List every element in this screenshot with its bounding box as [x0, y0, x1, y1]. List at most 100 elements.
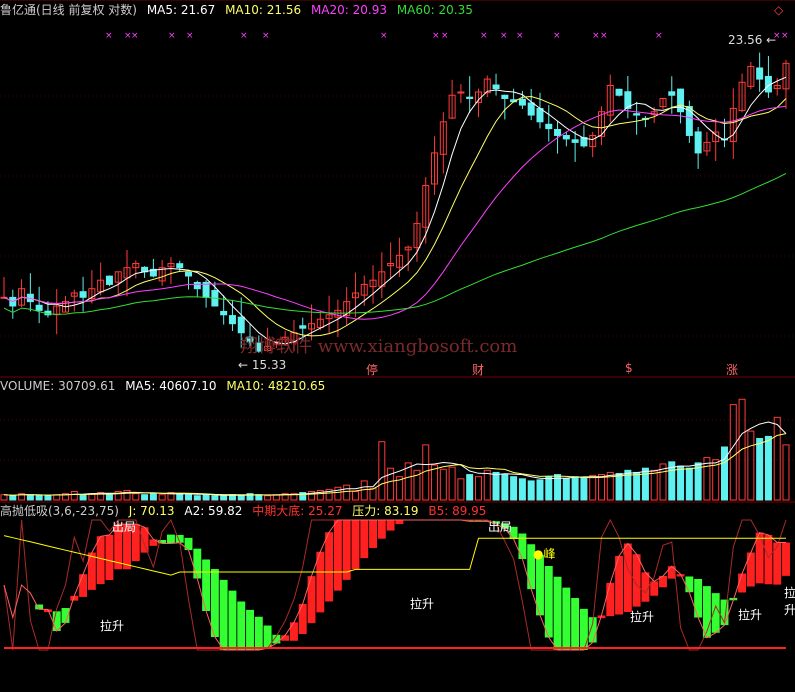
- rise-label-3: 拉升: [630, 610, 655, 624]
- volume-bar: [448, 466, 456, 501]
- candle-body: [176, 263, 184, 269]
- signal-marker: ×: [553, 31, 561, 41]
- low-mark: ← 15.33: [238, 358, 287, 372]
- volume-bar: [483, 469, 491, 501]
- signal-marker: ×: [516, 31, 524, 41]
- volume-bar: [580, 477, 588, 501]
- volume-bar: [457, 478, 465, 501]
- candle-body: [237, 316, 245, 334]
- volume-bar: [729, 404, 737, 501]
- volume-bar: [597, 474, 605, 501]
- volume-bar: [439, 468, 447, 501]
- candle-body: [193, 281, 201, 290]
- candle-body: [220, 310, 228, 316]
- volume-bar: [343, 484, 351, 501]
- candle-body: [694, 131, 702, 154]
- volume-bar: [492, 471, 500, 501]
- ma5-line: [3, 76, 787, 345]
- candle-body: [35, 304, 43, 311]
- price-layer: [0, 52, 790, 353]
- volume-bar: [633, 471, 641, 501]
- candle-body: [527, 102, 535, 116]
- volume-bar: [510, 476, 518, 501]
- volume-bar: [0, 494, 8, 501]
- candle-body: [571, 139, 579, 143]
- volume-bar: [149, 493, 157, 501]
- volume-bar: [79, 494, 87, 501]
- signal-marker: ×: [186, 31, 194, 41]
- signal-marker: ×: [480, 31, 488, 41]
- volume-bar: [589, 475, 597, 501]
- candle-body: [501, 94, 509, 99]
- watermark: 翔博软件 www.xiangbosoft.com: [240, 336, 517, 357]
- signal-marker: ×: [600, 31, 608, 41]
- volume-bar: [44, 495, 52, 501]
- volume-bar: [545, 476, 553, 501]
- rise-label-4: 拉升: [738, 608, 763, 622]
- volume-bar: [527, 480, 535, 501]
- volume-bar: [141, 494, 149, 501]
- rise-label-1: 拉升: [100, 619, 125, 633]
- volume-bar: [782, 444, 790, 501]
- signal-marker: ×: [655, 31, 663, 41]
- rise-label-5: 拉升: [784, 586, 795, 617]
- signal-marker: ×: [105, 31, 113, 41]
- volume-bar: [562, 478, 570, 501]
- candle-body: [615, 88, 623, 96]
- volume-bar: [518, 478, 526, 501]
- volume-bar: [615, 473, 623, 501]
- volume-bar: [132, 493, 140, 501]
- candle-body: [554, 128, 562, 136]
- event-tag-dollar: $: [625, 361, 633, 375]
- volume-bar: [474, 476, 482, 501]
- signal-marker: ×: [380, 31, 388, 41]
- candle-body: [633, 113, 641, 116]
- volume-bar: [123, 489, 131, 501]
- candle-body: [299, 325, 307, 329]
- candle-body: [668, 91, 676, 96]
- candle-body: [105, 275, 113, 285]
- volume-bar: [237, 495, 245, 501]
- volume-bar: [35, 495, 43, 501]
- candle-body: [466, 96, 474, 99]
- volume-layer: [0, 398, 790, 501]
- signal-marker: ×: [781, 31, 789, 41]
- peak-label: ●峰: [533, 547, 556, 561]
- candle-body: [79, 291, 87, 298]
- signal-marker: ×: [262, 31, 270, 41]
- candle-body: [756, 67, 764, 80]
- signal-marker: ×: [441, 31, 449, 41]
- candle-body: [492, 84, 500, 90]
- stock-chart[interactable]: × × × × × × × × × × × × × × × × × × × 翔博软件 www.xiangbosoft…: [0, 0, 795, 692]
- volume-bar: [264, 495, 272, 501]
- event-tag-rise: 涨: [726, 363, 739, 377]
- volume-bar: [720, 446, 728, 501]
- signal-marker: ×: [592, 31, 600, 41]
- volume-bar: [211, 495, 219, 501]
- volume-bar: [158, 494, 166, 501]
- signal-marker: ×: [432, 31, 440, 41]
- ma20-line: [3, 105, 787, 320]
- volume-bar: [571, 476, 579, 501]
- candle-body: [518, 98, 526, 106]
- volume-bar: [466, 474, 474, 501]
- volume-bar: [9, 495, 17, 501]
- event-tag-finance: 财: [472, 363, 485, 377]
- signal-markers: × × × × × × × × × × × × × × × × × × ×: [105, 31, 789, 41]
- volume-bar: [369, 487, 377, 501]
- signal-marker: ×: [168, 31, 176, 41]
- volume-bar: [360, 480, 368, 501]
- high-mark: 23.56 ←: [728, 33, 777, 47]
- volume-bar: [536, 479, 544, 501]
- rise-label-2: 拉升: [410, 597, 435, 611]
- candle-body: [545, 123, 553, 130]
- volume-bar: [202, 494, 210, 501]
- volume-bar: [747, 430, 755, 501]
- volume-bar: [685, 467, 693, 501]
- candle-body: [185, 271, 193, 277]
- volume-bar: [378, 441, 386, 501]
- out-label-1: 出局: [112, 520, 137, 534]
- signal-marker: ×: [131, 31, 139, 41]
- volume-bar: [176, 493, 184, 501]
- volume-bar: [220, 495, 228, 501]
